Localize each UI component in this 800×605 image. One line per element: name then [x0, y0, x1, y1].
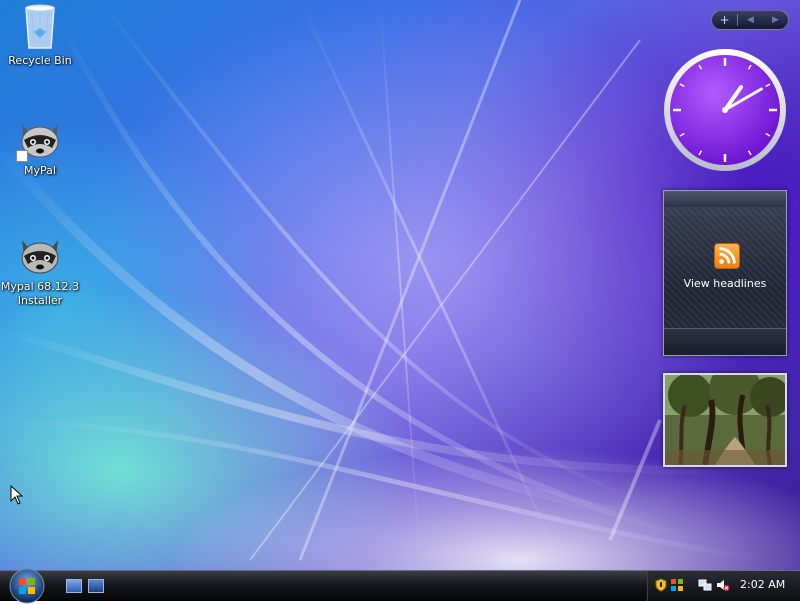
mypal-label: MyPal [24, 164, 56, 177]
volume-muted-icon[interactable] [716, 578, 730, 592]
security-shield-icon[interactable] [654, 578, 668, 592]
add-gadget-button[interactable]: + [712, 11, 737, 29]
previous-page-button[interactable]: ◀ [738, 11, 763, 29]
feed-gadget-top [664, 191, 786, 207]
slideshow-gadget[interactable] [663, 373, 787, 467]
desktop[interactable]: Recycle Bin MyPal Mypal 68.12.3 Installe… [0, 0, 800, 570]
next-page-button[interactable]: ▶ [763, 11, 788, 29]
network-icon[interactable] [698, 578, 712, 592]
mouse-cursor-icon [10, 485, 24, 505]
shortcut-arrow-icon [16, 150, 28, 162]
raccoon-installer-icon [21, 240, 59, 274]
show-desktop-icon[interactable] [66, 579, 82, 593]
forest-photo [665, 375, 785, 465]
mypal-installer-label: Mypal 68.12.3 Installer [0, 280, 80, 307]
mypal-installer-shortcut[interactable]: Mypal 68.12.3 Installer [0, 234, 80, 308]
feed-headlines-gadget[interactable]: View headlines [663, 190, 787, 356]
switch-windows-icon[interactable] [88, 579, 104, 593]
taskbar: 2:02 AM [0, 568, 800, 604]
feed-gadget-bottom [664, 328, 786, 355]
clock-center [722, 107, 728, 113]
windows-orb-icon[interactable] [6, 567, 48, 605]
rss-feed-icon [714, 243, 740, 269]
windows-flag-icon[interactable] [670, 578, 684, 592]
recycle-bin-shortcut[interactable]: Recycle Bin [0, 2, 80, 68]
taskbar-clock[interactable]: 2:02 AM [740, 578, 785, 591]
system-tray: 2:02 AM [647, 571, 800, 601]
view-headlines-link[interactable]: View headlines [664, 277, 786, 290]
clock-gadget[interactable] [662, 47, 788, 173]
recycle-bin-icon [25, 4, 55, 49]
mypal-shortcut[interactable]: MyPal [0, 118, 80, 178]
recycle-bin-label: Recycle Bin [8, 54, 72, 67]
sidebar-controls: + ◀ ▶ [711, 10, 789, 30]
